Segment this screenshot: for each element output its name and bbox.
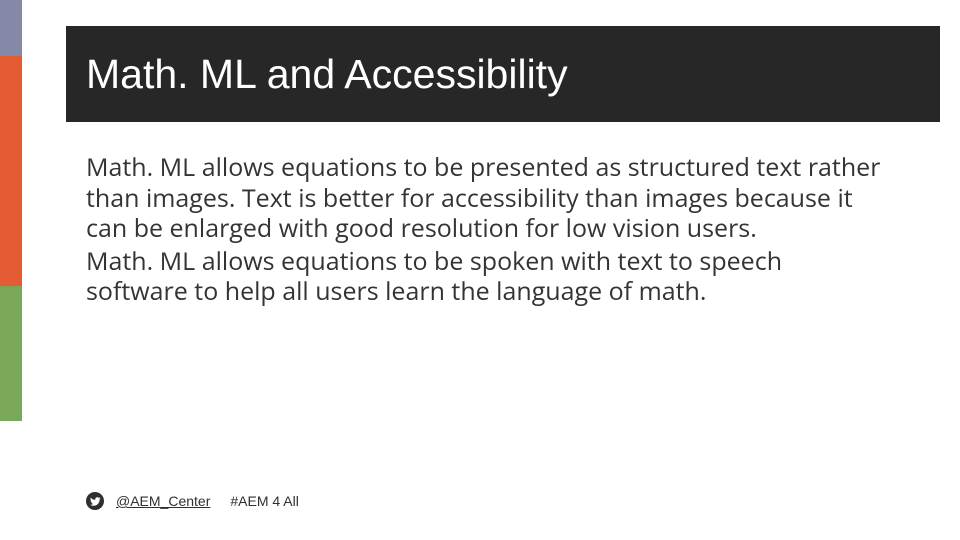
sidebar-seg-4 — [0, 421, 22, 540]
body-paragraph-2: Math. ML allows equations to be spoken w… — [86, 246, 886, 307]
twitter-handle: @AEM_Center — [116, 493, 210, 509]
body-text: Math. ML allows equations to be presente… — [86, 152, 886, 307]
accent-sidebar — [0, 0, 22, 540]
footer: @AEM_Center #AEM 4 All — [86, 492, 299, 510]
sidebar-seg-1 — [0, 0, 22, 56]
sidebar-seg-3 — [0, 286, 22, 421]
title-bar: Math. ML and Accessibility — [66, 26, 940, 122]
sidebar-seg-2 — [0, 56, 22, 286]
slide-title: Math. ML and Accessibility — [86, 51, 568, 98]
hashtag: #AEM 4 All — [230, 493, 298, 509]
twitter-icon — [86, 492, 104, 510]
body-paragraph-1: Math. ML allows equations to be presente… — [86, 152, 886, 244]
